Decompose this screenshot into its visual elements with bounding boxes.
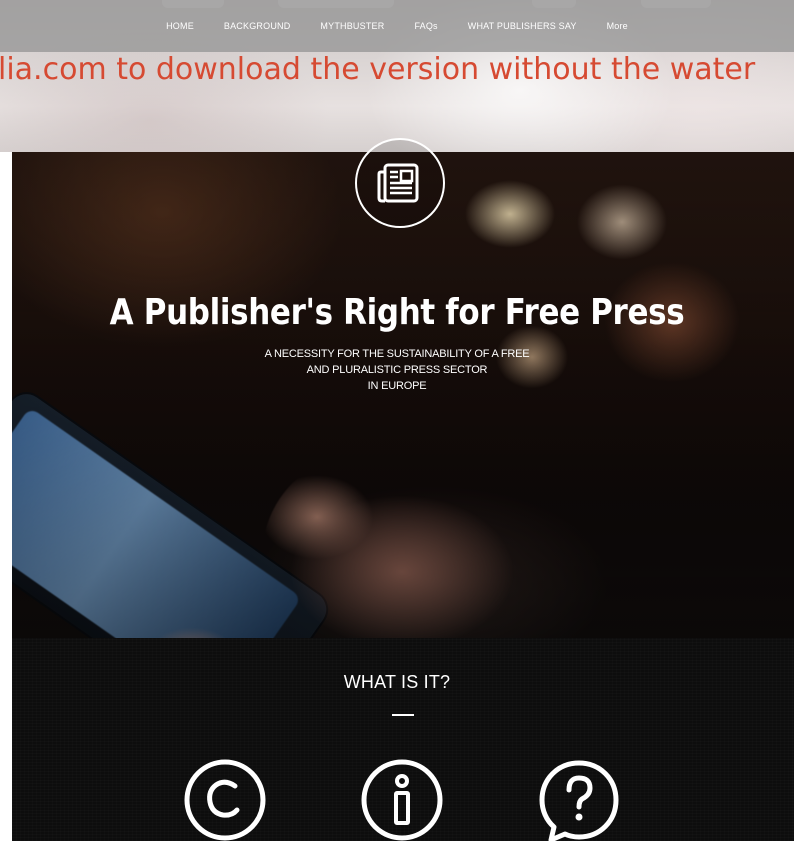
nav-item-what-publishers-say[interactable]: WHAT PUBLISHERS SAY [468, 21, 577, 31]
hero-subtitle-line2: AND PLURALISTIC PRESS SECTOR [306, 364, 488, 376]
watermark-text: lia.com to download the version without … [0, 52, 756, 87]
hand-image [262, 452, 582, 638]
copyright-icon[interactable] [182, 757, 268, 843]
hero-subtitle-line3: IN EUROPE [367, 380, 427, 392]
main-nav: HOME BACKGROUND MYTHBUSTER FAQs WHAT PUB… [0, 0, 794, 52]
nav-item-mythbuster[interactable]: MYTHBUSTER [320, 21, 384, 31]
section-divider [392, 714, 414, 716]
hero-subtitle-line1: A NECESSITY FOR THE SUSTAINABILITY OF A … [264, 348, 530, 360]
newspaper-icon [355, 138, 445, 228]
question-bubble-icon[interactable] [536, 757, 622, 843]
phone-screen [12, 407, 302, 638]
hero-subtitle: A NECESSITY FOR THE SUSTAINABILITY OF A … [0, 346, 794, 394]
nav-item-background[interactable]: BACKGROUND [224, 21, 291, 31]
section-title: WHAT IS IT? [343, 672, 451, 692]
nav-item-faqs[interactable]: FAQs [414, 21, 437, 31]
nav-item-home[interactable]: HOME [166, 21, 194, 31]
info-icon[interactable] [359, 757, 445, 843]
nav-item-more[interactable]: More [607, 21, 628, 31]
hero-title: A Publisher's Right for Free Press [109, 292, 685, 334]
